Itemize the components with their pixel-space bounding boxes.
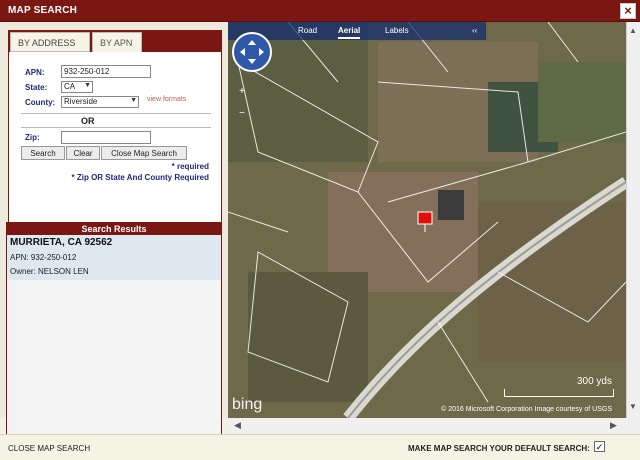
bing-logo: bing (232, 396, 263, 413)
close-map-search-link[interactable]: CLOSE MAP SEARCH (8, 444, 90, 453)
result-city: MURRIETA, CA 92562 (10, 237, 113, 248)
scroll-up-icon[interactable]: ▲ (629, 26, 637, 35)
tab-by-apn[interactable]: BY APN (92, 32, 142, 52)
horizontal-scrollbar[interactable]: ◀ ▶ (228, 418, 640, 434)
title-bar: MAP SEARCH × (0, 0, 640, 22)
map-copyright: © 2016 Microsoft Corporation Image court… (441, 406, 612, 413)
search-results-header: Search Results (7, 223, 221, 235)
result-apn: APN: 932-250-012 (10, 253, 77, 262)
zip-input[interactable] (61, 131, 151, 144)
search-button[interactable]: Search (21, 146, 65, 160)
default-search-label: MAKE MAP SEARCH YOUR DEFAULT SEARCH: (408, 444, 590, 453)
close-icon[interactable]: × (620, 3, 636, 19)
map-view[interactable]: Road Aerial Labels ‹‹ + − bing 300 yds ©… (228, 22, 626, 418)
scroll-left-icon[interactable]: ◀ (234, 420, 241, 431)
search-results-panel: Search Results MURRIETA, CA 92562 APN: 9… (6, 222, 222, 437)
map-tab-aerial[interactable]: Aerial (338, 26, 361, 39)
clear-button[interactable]: Clear (66, 146, 100, 160)
map-tab-labels[interactable]: Labels (385, 26, 409, 35)
map-tab-road[interactable]: Road (298, 26, 317, 35)
vertical-scrollbar[interactable]: ▲ ▼ (626, 22, 640, 418)
arrows-icon (240, 40, 264, 64)
county-label: County: (25, 98, 56, 107)
scale-label: 300 yds (576, 376, 612, 387)
view-formats-link[interactable]: view formats (147, 96, 186, 103)
footer-bar: CLOSE MAP SEARCH MAKE MAP SEARCH YOUR DE… (0, 434, 640, 460)
result-item[interactable]: MURRIETA, CA 92562 APN: 932-250-012 Owne… (7, 235, 221, 280)
apn-search-form: APN: State: CA ▼ County: Riverside ▼ vie… (8, 52, 222, 240)
zip-label: Zip: (25, 133, 40, 142)
search-tabs: BY ADDRESS BY APN (8, 30, 222, 52)
apn-label: APN: (25, 68, 45, 77)
divider (21, 127, 211, 128)
aerial-imagery (228, 22, 626, 418)
divider (21, 113, 211, 114)
county-select-value: Riverside (64, 97, 98, 106)
chevron-down-icon: ▼ (130, 97, 137, 104)
state-select-value: CA (64, 82, 76, 91)
scroll-right-icon[interactable]: ▶ (610, 420, 617, 431)
pan-control-icon[interactable] (232, 32, 272, 72)
zip-requirement-note: * Zip OR State And County Required (71, 173, 209, 182)
chevron-down-icon: ▼ (84, 82, 91, 89)
required-note: * required (171, 162, 209, 171)
zoom-in-icon[interactable]: + (236, 86, 248, 98)
scroll-down-icon[interactable]: ▼ (629, 402, 637, 411)
left-panel: BY ADDRESS BY APN APN: State: CA ▼ Count… (0, 22, 228, 437)
collapse-toolbar-icon[interactable]: ‹‹ (472, 26, 477, 35)
zoom-out-icon[interactable]: − (236, 108, 248, 120)
close-map-search-button[interactable]: Close Map Search (101, 146, 187, 160)
result-owner: Owner: NELSON LEN (10, 267, 89, 276)
apn-input[interactable] (61, 65, 151, 78)
county-select[interactable]: Riverside ▼ (61, 96, 139, 108)
default-search-checkbox[interactable]: ✓ (594, 441, 605, 452)
state-label: State: (25, 83, 48, 92)
tab-by-address[interactable]: BY ADDRESS (10, 32, 90, 52)
state-select[interactable]: CA ▼ (61, 81, 93, 93)
window-title: MAP SEARCH (8, 5, 78, 16)
scale-bar (504, 389, 614, 397)
or-separator: OR (81, 116, 95, 126)
